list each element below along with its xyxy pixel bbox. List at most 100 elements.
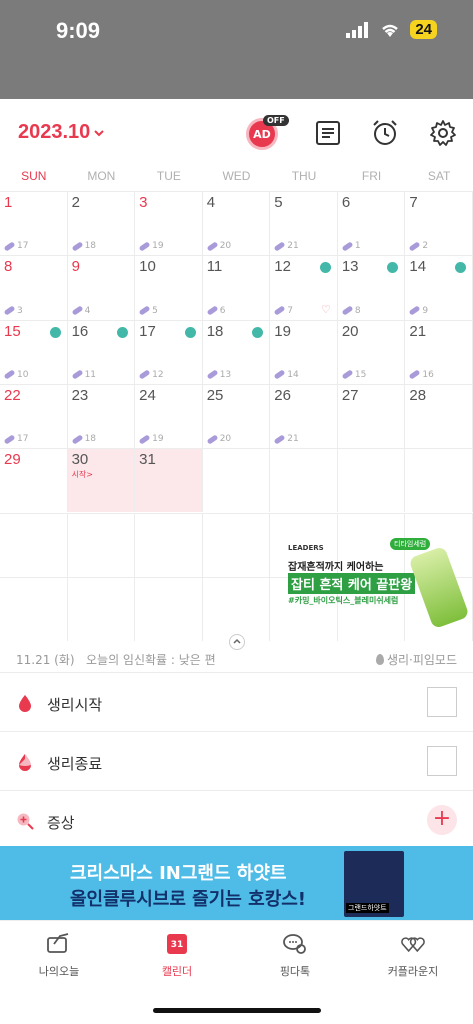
- pill-icon: [3, 433, 16, 445]
- ad-headline: 잡재흔적까지 케어하는: [288, 562, 384, 573]
- tab-chat[interactable]: 핑다톡: [236, 931, 354, 979]
- pill-indicator: 18: [71, 241, 97, 252]
- calendar-day-cell[interactable]: 28: [405, 383, 473, 449]
- day-number: 1: [4, 194, 13, 211]
- calendar-day-cell[interactable]: 21 16: [405, 319, 473, 384]
- symptoms-row[interactable]: 증상 +: [0, 792, 473, 850]
- day-number: 12: [274, 258, 291, 276]
- pill-indicator: 17: [3, 433, 28, 445]
- pill-indicator: 20: [206, 433, 231, 445]
- calendar-day-cell[interactable]: 16 11: [67, 319, 136, 384]
- alarm-button[interactable]: [369, 117, 401, 149]
- calendar-day-cell[interactable]: 3 19: [135, 191, 203, 256]
- pill-count: 2: [422, 241, 429, 252]
- tab-calendar[interactable]: 31 캘린더: [118, 931, 236, 979]
- period-start-label: 생리시작: [47, 696, 103, 714]
- day-number: 18: [206, 322, 224, 340]
- pill-indicator: 10: [3, 369, 28, 381]
- mode-label: 생리·피임모드: [386, 653, 457, 667]
- calendar-day-cell[interactable]: 94: [67, 255, 136, 320]
- calendar-day-cell[interactable]: 10 5: [135, 255, 203, 320]
- calendar-day-cell[interactable]: 17 12: [135, 319, 203, 384]
- sponsored-ad-card[interactable]: LEADERS 티타임세럼 잡재흔적까지 케어하는 잡티 흔적 케어 끝판왕 #…: [270, 530, 470, 640]
- pill-icon: [408, 305, 421, 316]
- pill-count: 19: [152, 434, 164, 445]
- calendar-day-cell[interactable]: 22 17: [0, 383, 68, 449]
- calendar-day-cell[interactable]: 31: [135, 448, 203, 513]
- memo-button[interactable]: [312, 117, 344, 149]
- pill-count: 18: [84, 241, 97, 252]
- calendar-day-cell[interactable]: 72: [405, 191, 473, 256]
- tab-label: 나의오늘: [38, 965, 80, 978]
- calendar-day-cell[interactable]: 14 9: [405, 255, 473, 320]
- period-start-link[interactable]: 시작>: [72, 469, 93, 480]
- calendar-day-cell[interactable]: 4 20: [202, 191, 271, 256]
- tab-label: 커플라운지: [387, 965, 439, 978]
- pill-indicator: 13: [206, 369, 232, 381]
- calendar-day-cell[interactable]: 27: [337, 383, 406, 449]
- calendar-day-cell[interactable]: 20 15: [337, 319, 406, 384]
- day-number: 16: [71, 322, 89, 340]
- weekday-label: SAT: [427, 169, 451, 183]
- period-end-row[interactable]: 생리종료: [0, 733, 473, 791]
- calendar-day-cell[interactable]: 12 ♡ 7: [270, 255, 338, 320]
- tab-today[interactable]: 나의오늘: [0, 931, 118, 979]
- day-number: 11: [206, 258, 223, 276]
- pill-indicator: 16: [408, 369, 434, 381]
- day-number: 19: [274, 322, 291, 340]
- calendar-day-cell[interactable]: 5 21: [270, 191, 338, 256]
- tab-couple[interactable]: 커플라운지: [354, 931, 472, 979]
- calendar-day-cell[interactable]: 23 18: [67, 383, 136, 449]
- calendar-day-cell: [135, 576, 203, 642]
- pill-count: 21: [287, 241, 299, 252]
- pill-indicator: 15: [341, 369, 367, 381]
- pill-count: 13: [219, 369, 232, 380]
- calendar-day-cell[interactable]: 25 20: [202, 383, 271, 449]
- ad-tag: 티타임세럼: [390, 538, 431, 550]
- ovulation-icon: [252, 326, 264, 338]
- pill-indicator: 4: [71, 305, 90, 316]
- calendar-day-cell[interactable]: 26 21: [270, 383, 338, 449]
- calendar-day-cell[interactable]: 18 13: [202, 319, 271, 384]
- pill-icon: [138, 305, 151, 316]
- calendar-day-cell[interactable]: 13 8: [337, 255, 406, 320]
- period-end-label: 생리종료: [47, 755, 103, 773]
- pill-count: 15: [354, 369, 367, 380]
- signal-icon: [346, 21, 369, 38]
- status-bar: 9:09 24: [0, 0, 473, 99]
- calendar-day-cell[interactable]: 19 14: [270, 319, 338, 384]
- calendar-day-cell[interactable]: 30 시작>: [67, 448, 136, 513]
- banner-line-2: 올인클루시브로 즐기는 호캉스!: [70, 889, 307, 910]
- ad-brand: LEADERS: [288, 544, 324, 552]
- wifi-icon: [382, 24, 399, 37]
- calendar-day-cell[interactable]: 29: [0, 448, 68, 513]
- add-symptom-button[interactable]: +: [427, 805, 457, 835]
- couple-hearts-icon: [400, 931, 426, 957]
- calendar-day-cell[interactable]: 24 19: [135, 383, 203, 449]
- promo-banner[interactable]: 크리스마스 IN그랜드 하얏트 올인클루시브로 즐기는 호캉스! 그랜드하얏트: [0, 846, 473, 920]
- calendar-day-cell[interactable]: 61: [337, 191, 406, 256]
- day-number: 5: [274, 194, 283, 211]
- calendar-day-cell[interactable]: 83: [0, 255, 68, 320]
- pill-indicator: 3: [3, 305, 23, 316]
- calendar-day-cell[interactable]: 1 17: [0, 191, 68, 256]
- day-number: 8: [4, 258, 13, 276]
- pill-icon: [206, 369, 219, 381]
- day-number: 26: [274, 386, 291, 404]
- period-start-checkbox[interactable]: [427, 687, 457, 717]
- settings-button[interactable]: [427, 117, 459, 149]
- calendar-day-cell[interactable]: 15 10: [0, 319, 68, 384]
- mode-toggle[interactable]: 생리·피임모드: [375, 651, 457, 668]
- gear-icon: [430, 120, 456, 146]
- calendar-day-cell[interactable]: 11 6: [202, 255, 271, 320]
- day-number: 30: [71, 451, 89, 469]
- calendar-day-cell: [0, 576, 68, 642]
- calendar-day-cell[interactable]: 2 18: [67, 191, 136, 256]
- pill-icon: [138, 241, 151, 252]
- pill-count: 6: [219, 305, 226, 316]
- period-start-row[interactable]: 생리시작: [0, 674, 473, 732]
- month-selector[interactable]: 2023.10: [18, 121, 105, 144]
- period-end-checkbox[interactable]: [427, 746, 457, 776]
- pill-indicator: 8: [341, 305, 361, 316]
- ovulation-icon: [319, 262, 331, 274]
